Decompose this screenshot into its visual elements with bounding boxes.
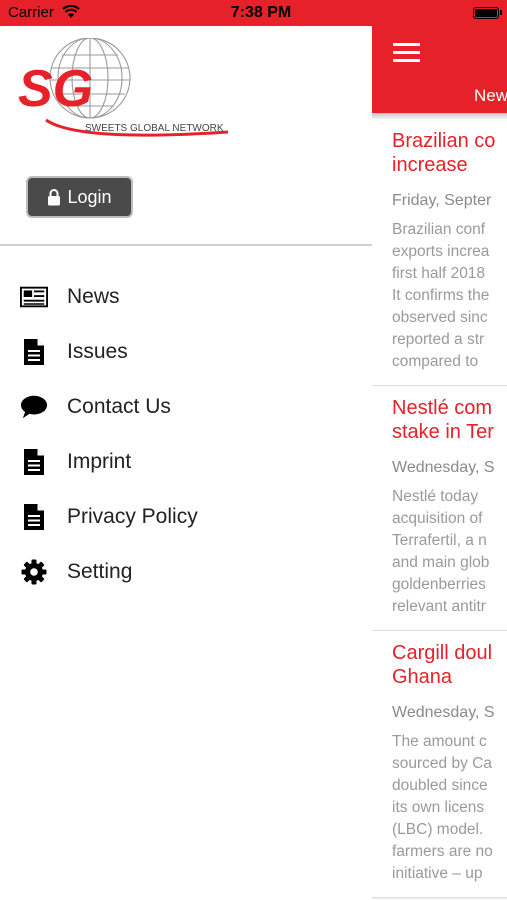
article-excerpt-line: relevant antitr — [392, 598, 486, 615]
speech-bubble-icon — [20, 393, 48, 421]
menu-item-label: Imprint — [67, 449, 132, 473]
article-title-line: increase — [392, 154, 468, 176]
article-excerpt: Brazilian conf exports increa first half 2… — [392, 219, 507, 373]
article-title-line: stake in Ter — [392, 421, 494, 443]
article-card[interactable]: Brazilian co increase Friday, Septer Brazil… — [372, 119, 507, 386]
article-title-line: Nestlé com — [392, 397, 493, 419]
document-icon — [20, 338, 48, 366]
side-drawer: SG SWEETS GLOBAL NETWORK Login News Issu… — [0, 26, 372, 900]
article-excerpt-line: Terrafertil, a n — [392, 532, 487, 549]
article-card[interactable]: Nestlé com stake in Ter Wednesday, S Nestlé… — [372, 386, 507, 631]
article-excerpt-line: farmers are no — [392, 843, 493, 860]
login-label: Login — [67, 186, 112, 207]
article-excerpt: Nestlé today acquisition of Terrafertil, a… — [392, 486, 507, 618]
article-excerpt-line: goldenberries — [392, 576, 486, 593]
nav-title: New — [474, 86, 507, 105]
logo-tagline: SWEETS GLOBAL NETWORK — [85, 123, 224, 134]
article-excerpt-line: The amount c — [392, 733, 487, 750]
article-date: Wednesday, S — [392, 704, 495, 721]
menu-item-label: Contact Us — [67, 394, 171, 418]
article-excerpt: The amount c sourced by Ca doubled since it… — [392, 731, 507, 885]
menu-item-label: Setting — [67, 559, 133, 583]
article-excerpt-line: exports increa — [392, 243, 490, 260]
drawer-menu: News Issues Contact Us Imprint Privacy P… — [0, 269, 372, 599]
divider — [0, 244, 372, 246]
gear-icon — [20, 558, 48, 586]
article-title-line: Cargill doul — [392, 642, 493, 664]
article-excerpt-line: doubled since — [392, 777, 488, 794]
menu-item-label: Privacy Policy — [67, 504, 198, 528]
menu-item-label: Issues — [67, 339, 128, 363]
article-card[interactable]: Cargill doul Ghana Wednesday, S The amount … — [372, 631, 507, 898]
status-bar: Carrier 7:38 PM — [0, 0, 507, 26]
logo-initials: SG — [18, 60, 93, 118]
lock-icon — [48, 188, 61, 205]
article-excerpt-line: sourced by Ca — [392, 755, 492, 772]
article-excerpt-line: acquisition of — [392, 510, 483, 527]
article-excerpt-line: compared to — [392, 353, 479, 370]
article-excerpt-line: initiative – up — [392, 865, 483, 882]
article-excerpt-line: (LBC) model. — [392, 821, 484, 838]
article-excerpt-line: Nestlé today — [392, 488, 479, 505]
status-time: 7:38 PM — [230, 4, 292, 21]
newspaper-icon — [20, 283, 48, 311]
article-excerpt-line: and main glob — [392, 554, 490, 571]
menu-item-label: News — [67, 284, 120, 308]
article-title: Brazilian co increase — [392, 129, 507, 177]
document-icon — [20, 503, 48, 531]
article-list: Brazilian co increase Friday, Septer Brazil… — [372, 119, 507, 898]
login-button[interactable]: Login — [26, 176, 133, 218]
news-screen: New Brazilian co increase Friday, Septer Br… — [372, 0, 507, 900]
menu-item-contact-us[interactable]: Contact Us — [0, 379, 372, 434]
article-date: Wednesday, S — [392, 459, 495, 476]
article-excerpt-line: reported a str — [392, 331, 485, 348]
battery-tip — [500, 10, 502, 15]
menu-item-issues[interactable]: Issues — [0, 324, 372, 379]
battery-icon — [473, 7, 499, 19]
article-excerpt-line: first half 2018 — [392, 265, 486, 282]
menu-item-news[interactable]: News — [0, 269, 372, 324]
document-icon — [20, 448, 48, 476]
article-title: Nestlé com stake in Ter — [392, 396, 507, 444]
article-excerpt-line: It confirms the — [392, 287, 490, 304]
menu-item-imprint[interactable]: Imprint — [0, 434, 372, 489]
article-excerpt-line: observed sinc — [392, 309, 488, 326]
article-excerpt-line: its own licens — [392, 799, 485, 816]
article-title-line: Ghana — [392, 666, 453, 688]
article-title: Cargill doul Ghana — [392, 641, 507, 689]
nav-header: New — [372, 26, 507, 113]
article-excerpt-line: Brazilian conf — [392, 221, 486, 238]
sweets-global-network-logo: SG SWEETS GLOBAL NETWORK — [18, 38, 229, 137]
article-title-line: Brazilian co — [392, 130, 496, 152]
menu-item-privacy-policy[interactable]: Privacy Policy — [0, 489, 372, 544]
menu-item-setting[interactable]: Setting — [0, 544, 372, 599]
hamburger-menu-icon[interactable] — [393, 43, 420, 63]
article-date: Friday, Septer — [392, 192, 492, 209]
